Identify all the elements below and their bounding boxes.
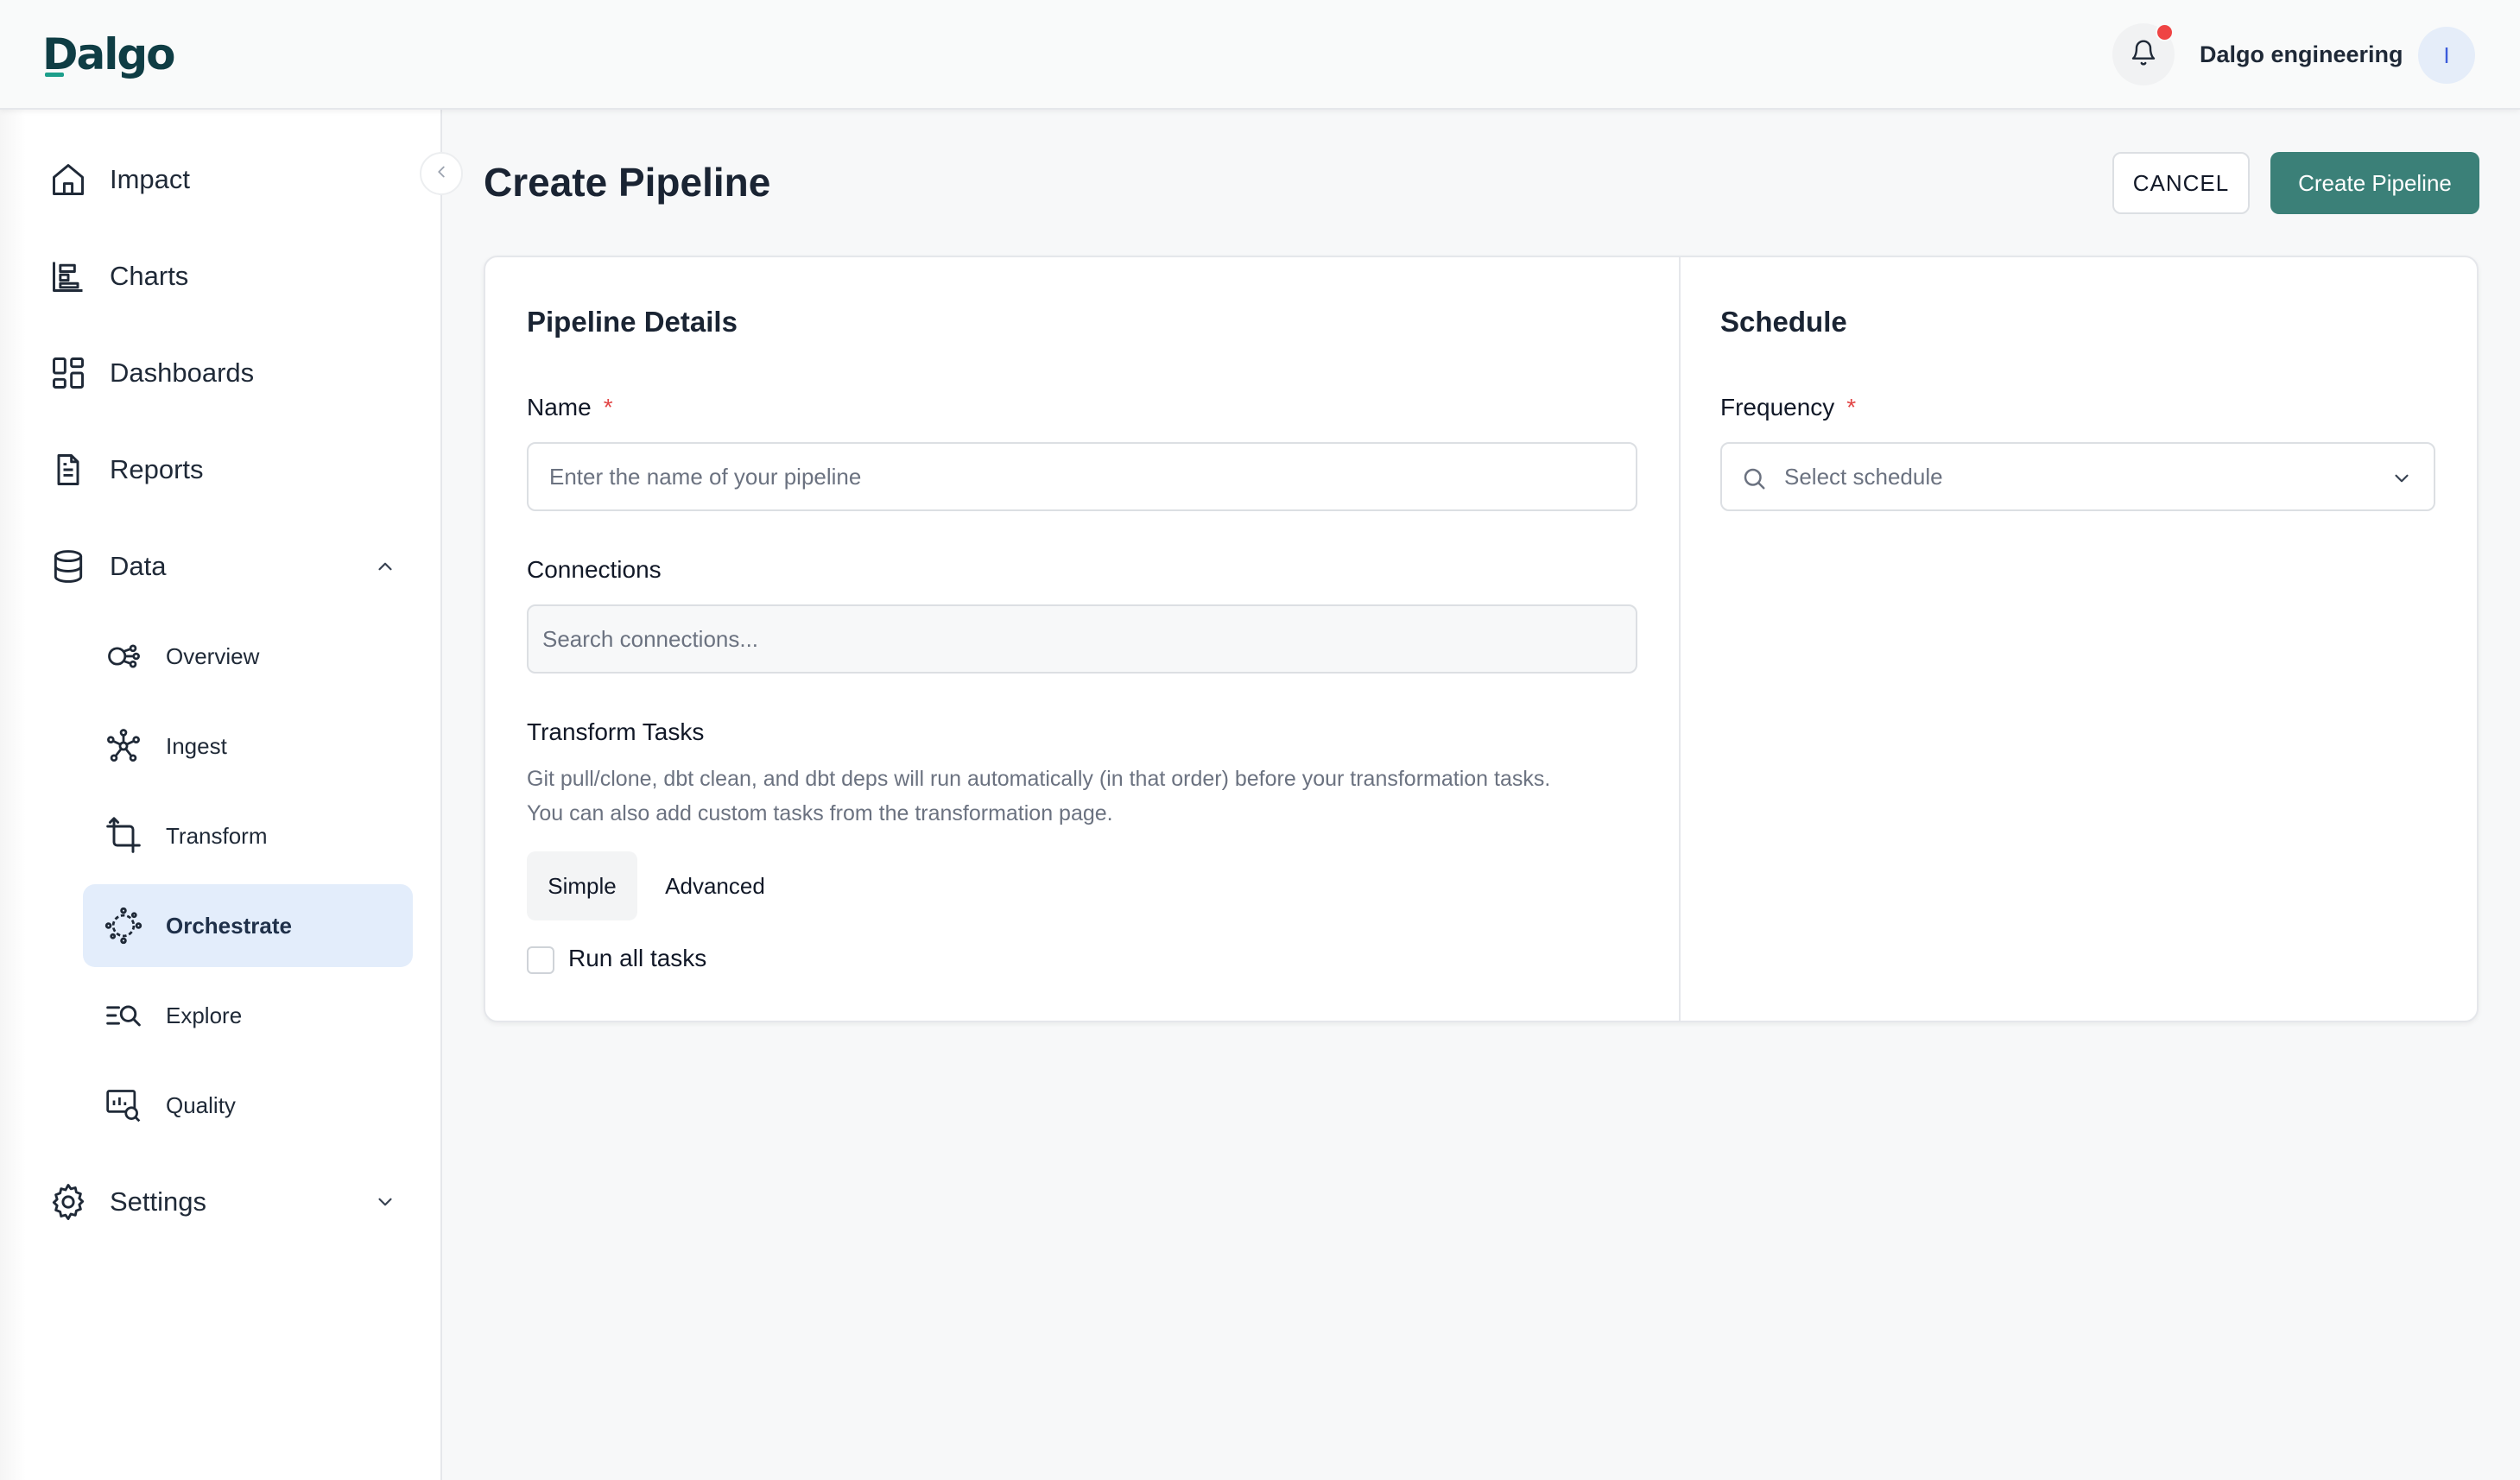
sidebar-item-label: Settings bbox=[110, 1186, 207, 1217]
sidebar-item-reports[interactable]: Reports bbox=[0, 435, 442, 504]
ingest-network-icon bbox=[104, 726, 143, 766]
sidebar-item-impact[interactable]: Impact bbox=[0, 145, 442, 214]
required-mark: * bbox=[1846, 394, 1857, 421]
pipeline-name-placeholder: Enter the name of your pipeline bbox=[549, 463, 862, 490]
required-mark: * bbox=[603, 394, 613, 421]
top-header: Dalgo Dalgo engineering I bbox=[0, 0, 2520, 110]
sidebar-item-label: Dashboards bbox=[110, 357, 255, 388]
transform-crop-icon bbox=[104, 816, 143, 856]
sidebar-item-charts[interactable]: Charts bbox=[0, 242, 442, 311]
sidebar-subitem-label: Transform bbox=[166, 822, 268, 849]
create-pipeline-card: Pipeline Details Name * Enter the name of… bbox=[484, 256, 2479, 1022]
create-pipeline-button[interactable]: Create Pipeline bbox=[2270, 152, 2479, 214]
logo-accent bbox=[45, 73, 64, 77]
sidebar-subitem-overview[interactable]: Overview bbox=[83, 615, 413, 698]
sidebar-item-label: Impact bbox=[110, 164, 191, 194]
explore-search-icon bbox=[104, 996, 143, 1035]
connections-label: Connections bbox=[527, 556, 662, 583]
sidebar-item-dashboards[interactable]: Dashboards bbox=[0, 338, 442, 408]
overview-icon bbox=[104, 636, 143, 676]
sidebar-subitem-label: Explore bbox=[166, 1002, 243, 1028]
document-icon bbox=[48, 450, 88, 490]
sidebar-item-label: Reports bbox=[110, 454, 204, 484]
connections-placeholder: Search connections... bbox=[542, 625, 759, 652]
sidebar-subitem-label: Orchestrate bbox=[166, 912, 292, 939]
orchestrate-icon bbox=[104, 906, 143, 946]
transform-help-line-1: Git pull/clone, dbt clean, and dbt deps … bbox=[527, 767, 1551, 791]
sidebar-subitem-label: Ingest bbox=[166, 732, 227, 759]
collapse-sidebar-button[interactable] bbox=[420, 152, 463, 195]
sidebar-item-label: Charts bbox=[110, 261, 189, 291]
transform-help-line-2: You can also add custom tasks from the t… bbox=[527, 801, 1113, 825]
frequency-label-text: Frequency bbox=[1720, 394, 1835, 421]
run-all-tasks-label[interactable]: Run all tasks bbox=[568, 945, 706, 972]
pipeline-name-input[interactable]: Enter the name of your pipeline bbox=[527, 442, 1637, 511]
notification-dot bbox=[2156, 23, 2174, 41]
chevron-left-icon bbox=[432, 162, 451, 186]
card-divider bbox=[1679, 257, 1681, 1021]
transform-tasks-label: Transform Tasks bbox=[527, 718, 705, 745]
dashboard-grid-icon bbox=[48, 353, 88, 393]
frequency-label: Frequency * bbox=[1720, 394, 1856, 421]
frequency-placeholder: Select schedule bbox=[1784, 463, 1943, 490]
sidebar-item-settings[interactable]: Settings bbox=[0, 1167, 442, 1236]
sidebar-subitem-quality[interactable]: Quality bbox=[83, 1064, 413, 1147]
quality-icon bbox=[104, 1085, 143, 1125]
sidebar-subitem-transform[interactable]: Transform bbox=[83, 794, 413, 877]
home-icon bbox=[48, 160, 88, 199]
tab-simple[interactable]: Simple bbox=[527, 851, 637, 920]
schedule-title: Schedule bbox=[1720, 306, 1847, 338]
cancel-button[interactable]: CANCEL bbox=[2112, 152, 2250, 214]
name-label: Name * bbox=[527, 394, 613, 421]
org-name[interactable]: Dalgo engineering bbox=[2200, 41, 2403, 68]
sidebar-item-data[interactable]: Data bbox=[0, 532, 442, 601]
run-all-tasks-checkbox[interactable] bbox=[527, 946, 554, 974]
gear-icon bbox=[48, 1182, 88, 1222]
chevron-up-icon[interactable] bbox=[371, 553, 399, 580]
bell-icon bbox=[2130, 39, 2157, 71]
sidebar-subitem-label: Overview bbox=[166, 642, 260, 669]
sidebar-subitem-label: Quality bbox=[166, 1091, 236, 1118]
frequency-select[interactable]: Select schedule bbox=[1720, 442, 2435, 511]
chevron-down-icon[interactable] bbox=[371, 1188, 399, 1216]
search-icon bbox=[1741, 465, 1767, 496]
sidebar-item-label: Data bbox=[110, 551, 167, 581]
sidebar-subitem-explore[interactable]: Explore bbox=[83, 974, 413, 1057]
pipeline-details-title: Pipeline Details bbox=[527, 306, 738, 338]
name-label-text: Name bbox=[527, 394, 592, 421]
connections-search-input[interactable]: Search connections... bbox=[527, 604, 1637, 674]
chevron-down-icon[interactable] bbox=[2390, 467, 2413, 494]
sidebar-subitem-ingest[interactable]: Ingest bbox=[83, 705, 413, 787]
page-title: Create Pipeline bbox=[484, 160, 771, 205]
sidebar-subitem-orchestrate[interactable]: Orchestrate bbox=[83, 884, 413, 967]
database-icon bbox=[48, 547, 88, 586]
tab-advanced[interactable]: Advanced bbox=[644, 851, 786, 920]
avatar[interactable]: I bbox=[2418, 27, 2475, 84]
bar-chart-icon bbox=[48, 256, 88, 296]
